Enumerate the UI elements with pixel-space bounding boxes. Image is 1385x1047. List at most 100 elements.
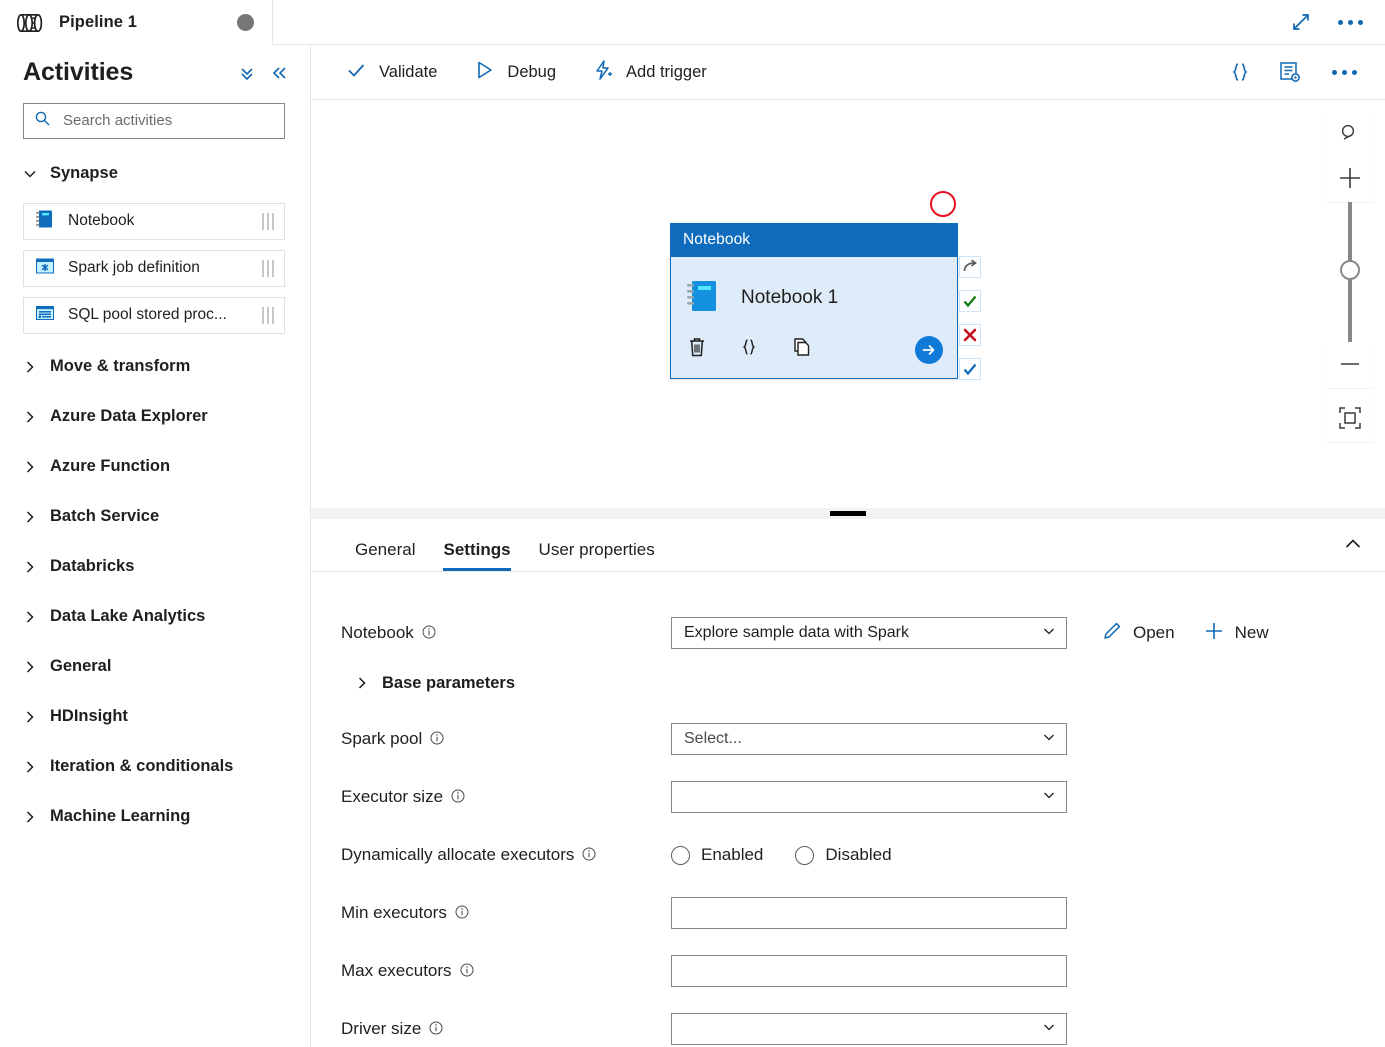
maximize-diagonal-icon[interactable] — [1290, 11, 1312, 33]
sidebar-group-general[interactable]: General — [0, 642, 310, 692]
debug-button[interactable]: Debug — [469, 54, 572, 90]
activity-item-sql-pool-stored-procedure[interactable]: SQL pool stored proc... — [23, 296, 285, 334]
sidebar-group-data-lake-analytics[interactable]: Data Lake Analytics — [0, 592, 310, 642]
min-executors-input[interactable] — [671, 897, 1067, 929]
info-icon[interactable] — [582, 846, 596, 866]
info-icon[interactable] — [430, 730, 444, 750]
on-success-handle[interactable] — [959, 290, 981, 312]
arrow-right-circle-icon[interactable] — [915, 335, 943, 364]
activity-node-wrapper: Notebook Notebook 1 — [670, 191, 981, 380]
activity-item-spark-job-definition[interactable]: Spark job definition — [23, 249, 285, 287]
sidebar-group-databricks[interactable]: Databricks — [0, 542, 310, 592]
info-icon[interactable] — [455, 904, 469, 924]
curly-braces-icon[interactable] — [1228, 60, 1252, 84]
zoom-slider-thumb[interactable] — [1340, 260, 1360, 280]
notebook-select[interactable]: Explore sample data with Spark — [671, 617, 1067, 649]
sidebar-group-machine-learning[interactable]: Machine Learning — [0, 792, 310, 842]
max-executors-input[interactable] — [671, 955, 1067, 987]
zoom-out-button[interactable] — [1327, 342, 1373, 388]
sidebar-group-label: Data Lake Analytics — [50, 607, 206, 625]
sidebar-group-move-transform[interactable]: Move & transform — [0, 342, 310, 392]
notebook-activity-node[interactable]: Notebook Notebook 1 — [670, 223, 958, 379]
spark-pool-select-value: Select... — [684, 730, 742, 747]
zoom-search-icon[interactable] — [1327, 110, 1373, 156]
drag-handle-icon[interactable] — [262, 259, 276, 277]
chevron-up-icon[interactable] — [1343, 534, 1385, 571]
pipeline-canvas[interactable]: Notebook Notebook 1 — [311, 100, 1385, 508]
canvas-zoom-controls — [1327, 110, 1373, 442]
info-icon[interactable] — [422, 624, 436, 644]
radio-disabled-label: Disabled — [825, 845, 892, 864]
radio-disabled[interactable]: Disabled — [795, 845, 892, 865]
activity-item-notebook[interactable]: Notebook — [23, 202, 285, 240]
radio-enabled[interactable]: Enabled — [671, 845, 763, 865]
sidebar-group-hdinsight[interactable]: HDInsight — [0, 692, 310, 742]
zoom-to-fit-button[interactable] — [1327, 396, 1373, 442]
sidebar-group-label: Synapse — [50, 164, 118, 182]
toolbar-more-options-icon[interactable] — [1328, 62, 1361, 83]
zoom-slider[interactable] — [1327, 202, 1373, 342]
sidebar-group-azure-data-explorer[interactable]: Azure Data Explorer — [0, 392, 310, 442]
radio-enabled-label: Enabled — [701, 845, 764, 864]
tab-user-properties[interactable]: User properties — [525, 541, 669, 571]
panel-splitter[interactable] — [311, 508, 1385, 519]
notebook-field-label: Notebook — [341, 622, 414, 642]
min-executors-field-label-group: Min executors — [341, 903, 671, 924]
on-completion-handle[interactable] — [959, 358, 981, 380]
on-failure-handle[interactable] — [959, 324, 981, 346]
pipeline-tab[interactable]: Pipeline 1 — [0, 0, 272, 45]
info-icon[interactable] — [460, 962, 474, 982]
open-notebook-button[interactable]: Open — [1091, 616, 1185, 651]
chevron-down-icon — [1042, 788, 1056, 807]
drag-handle-icon[interactable] — [262, 212, 276, 230]
tab-settings[interactable]: Settings — [429, 541, 524, 571]
properties-gear-icon[interactable] — [1278, 60, 1302, 84]
pipeline-icon — [16, 12, 46, 34]
executor-size-select[interactable] — [671, 781, 1067, 813]
driver-size-select[interactable] — [671, 1013, 1067, 1045]
driver-size-field-label-group: Driver size — [341, 1019, 671, 1040]
info-icon[interactable] — [451, 788, 465, 808]
spark-pool-field-label: Spark pool — [341, 728, 423, 748]
validate-button[interactable]: Validate — [341, 54, 453, 90]
sidebar-group-iteration-conditionals[interactable]: Iteration & conditionals — [0, 742, 310, 792]
sidebar-group-label: Databricks — [50, 557, 135, 575]
chevron-right-icon — [23, 410, 37, 424]
info-icon[interactable] — [429, 1020, 443, 1040]
sidebar-group-batch-service[interactable]: Batch Service — [0, 492, 310, 542]
drag-handle-icon[interactable] — [262, 306, 276, 324]
node-activity-name: Notebook 1 — [741, 287, 839, 308]
curly-braces-icon[interactable] — [737, 335, 761, 364]
sidebar-group-label: Azure Data Explorer — [50, 407, 208, 425]
sidebar-group-synapse[interactable]: Synapse — [0, 149, 310, 199]
double-chevron-left-icon[interactable] — [270, 64, 288, 82]
spark-pool-select-wrapper: Select... — [671, 723, 1067, 755]
sidebar-group-azure-function[interactable]: Azure Function — [0, 442, 310, 492]
copy-icon[interactable] — [789, 335, 813, 364]
search-activities-wrapper — [0, 95, 310, 139]
node-type-label: Notebook — [671, 224, 957, 257]
add-trigger-button[interactable]: Add trigger — [588, 54, 723, 90]
chevron-down-icon — [1042, 624, 1056, 643]
synapse-activity-list: Notebook Spark job definition SQL pool s… — [0, 199, 310, 334]
window-more-options-icon[interactable] — [1334, 12, 1367, 33]
on-skip-handle[interactable] — [959, 256, 981, 278]
pencil-icon — [1101, 620, 1123, 647]
base-parameters-expander[interactable]: Base parameters — [311, 662, 1385, 710]
field-row-min-executors: Min executors — [311, 884, 1385, 942]
trash-icon[interactable] — [685, 335, 709, 364]
search-input[interactable] — [61, 111, 274, 130]
search-activities-box[interactable] — [23, 102, 285, 139]
spark-pool-select[interactable]: Select... — [671, 723, 1067, 755]
zoom-in-button[interactable] — [1327, 156, 1373, 202]
chevron-right-icon — [23, 360, 37, 374]
pipeline-editor-window: Pipeline 1 Activities Search activities … — [0, 0, 1385, 1047]
executor-size-field-label-group: Executor size — [341, 787, 671, 808]
tab-general[interactable]: General — [341, 541, 429, 571]
chevron-right-icon — [23, 560, 37, 574]
new-notebook-button[interactable]: New — [1193, 616, 1279, 651]
activities-header: Activities — [0, 45, 310, 95]
field-row-notebook: Notebook Explore sample data with Spark — [311, 604, 1385, 662]
double-chevron-down-icon[interactable] — [238, 64, 256, 82]
panel-splitter-handle[interactable] — [830, 511, 866, 516]
